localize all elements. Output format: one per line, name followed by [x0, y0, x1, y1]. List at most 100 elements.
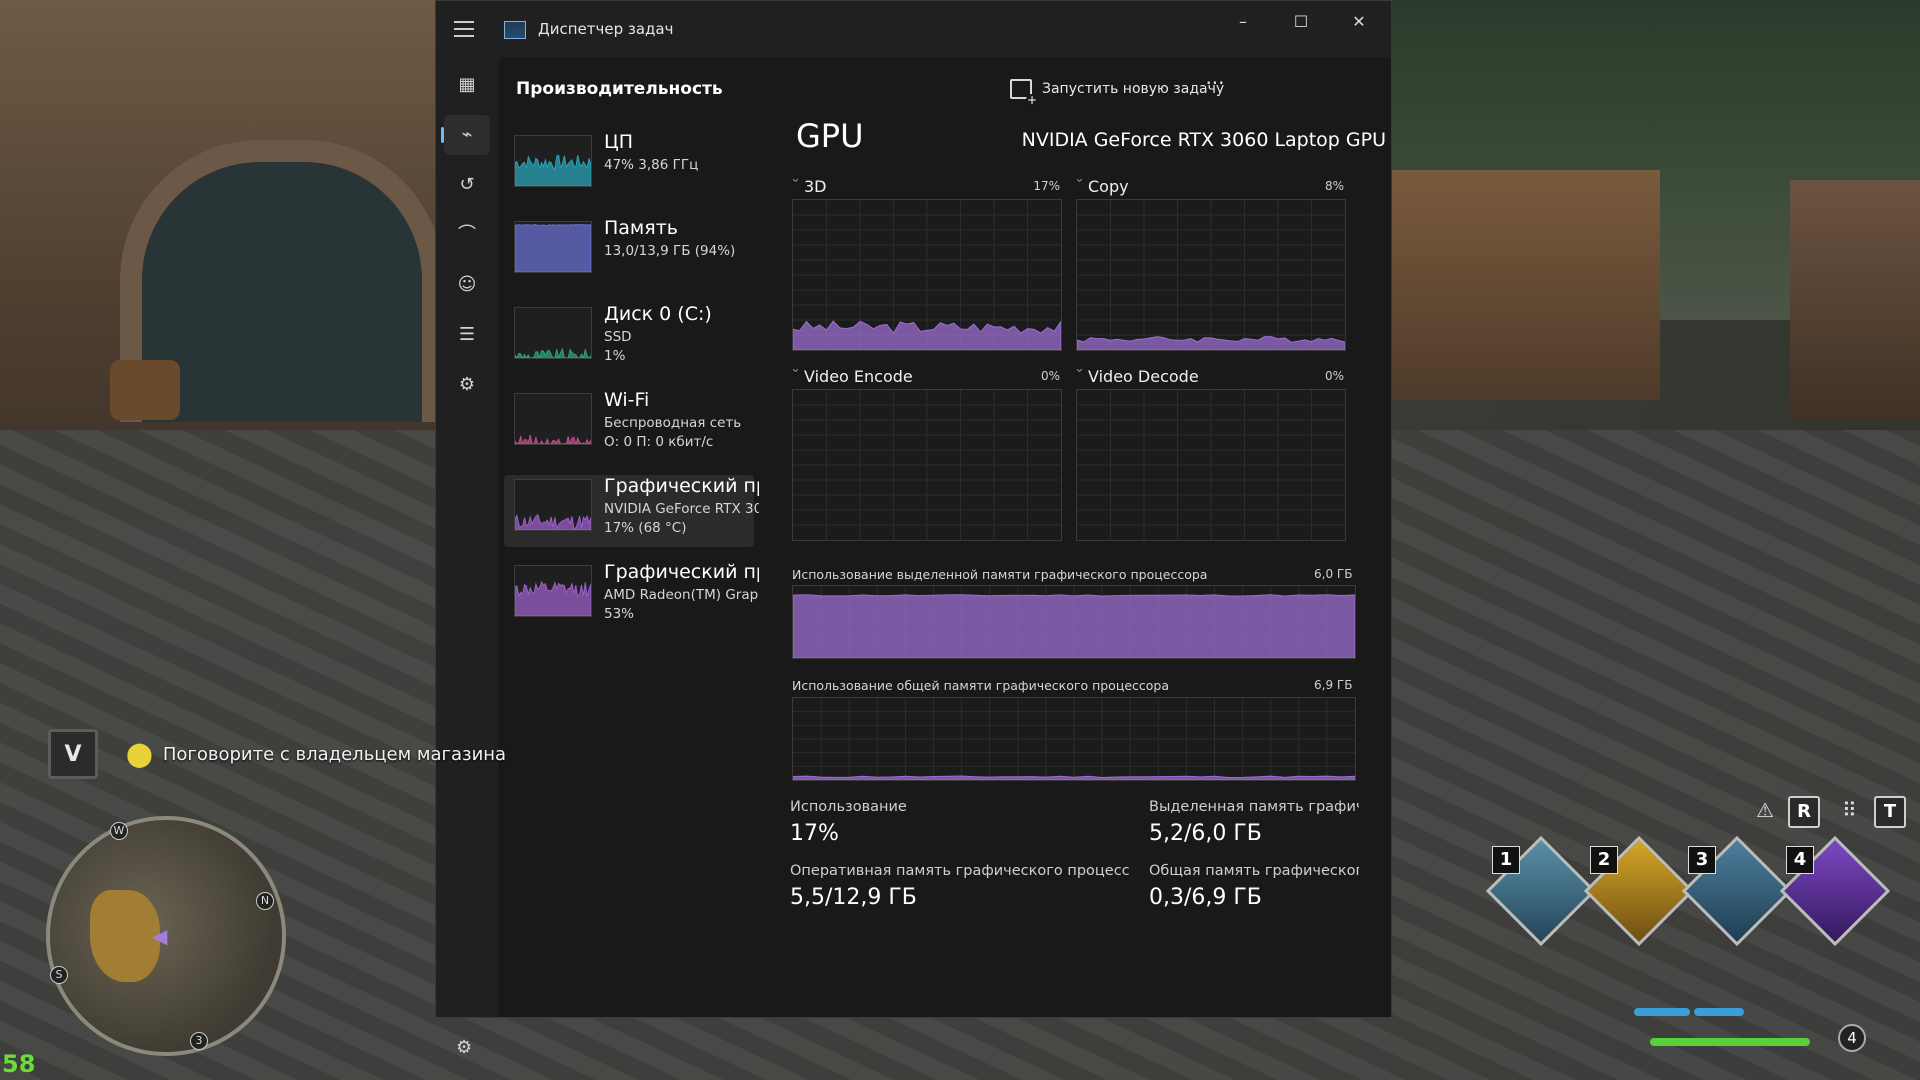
player-marker-icon: ◀ [152, 924, 168, 948]
title-bar[interactable]: Диспетчер задач – ☐ ✕ [436, 1, 1391, 57]
thumbnail-usage-area [515, 224, 591, 272]
details-icon: ☰ [458, 324, 476, 345]
nav-users[interactable]: ☺ [444, 265, 490, 305]
shared-memory-max: 6,9 ГБ [1314, 678, 1353, 692]
ancient-magic-bar-1 [1634, 1008, 1690, 1016]
spell-set-icon: ⚠ [1756, 798, 1774, 822]
engine-usage-area [1076, 336, 1346, 351]
game-background-barrel [110, 360, 180, 420]
engine-graph-svg [792, 200, 1062, 351]
shared-memory-stat-value: 0,3/6,9 ГБ [1149, 885, 1262, 910]
engine-video-decode[interactable]: Video Decode 0% [1068, 361, 1346, 541]
engine-graph [1076, 199, 1346, 351]
compass-west: W [110, 822, 128, 840]
perf-item-gpu-0[interactable]: Графический процессор 0 NVIDIA GeForce R… [504, 475, 759, 547]
ancient-magic-bar-2 [1694, 1008, 1744, 1016]
task-manager-app-icon [504, 21, 526, 39]
startup-apps-icon: ⌒ [458, 224, 476, 245]
gpu-ram-label: Оперативная память графического процессо… [790, 863, 1130, 879]
perf-item-name: Память [604, 217, 678, 239]
run-new-task-button[interactable]: Запустить новую задачу [1010, 75, 1225, 106]
engine-label[interactable]: Video Decode [1068, 361, 1344, 386]
maximize-button[interactable]: ☐ [1272, 1, 1330, 41]
engine-max-percent: 0% [1324, 369, 1344, 383]
perf-item-name: Графический процессор 1 [604, 561, 759, 583]
engine-max-percent: 0% [1040, 369, 1060, 383]
more-options-button[interactable]: ··· [1198, 71, 1232, 101]
nav-processes[interactable]: ▦ [444, 65, 490, 105]
quest-marker-icon: ⬤ [126, 740, 153, 768]
engine-video-encode[interactable]: Video Encode 0% [784, 361, 1062, 541]
perf-item-name: Диск 0 (C:) [604, 303, 712, 325]
compass-south: S [50, 966, 68, 984]
disk-thumbnail-graph [514, 307, 592, 359]
wifi-thumb-svg [515, 434, 591, 444]
thumbnail-usage-area [515, 154, 591, 186]
perf-item-detail: 47% 3,86 ГГц [604, 157, 699, 173]
dedicated-memory-max: 6,0 ГБ [1314, 567, 1353, 581]
quest-tracker: V ⬤ Поговорите с владельцем магазина [48, 726, 506, 782]
services-icon: ⚙ [458, 374, 476, 395]
compass-north: N [256, 892, 274, 910]
engine-label[interactable]: Video Encode [784, 361, 1060, 386]
shared-memory-svg [792, 698, 1356, 781]
engine-label[interactable]: Copy [1068, 171, 1344, 196]
thumbnail-usage-area [515, 513, 591, 530]
minimize-button[interactable]: – [1214, 1, 1272, 41]
engine-max-percent: 8% [1324, 179, 1344, 193]
perf-item-detail: 13,0/13,9 ГБ (94%) [604, 243, 736, 259]
perf-item-memory[interactable]: Память 13,0/13,9 ГБ (94%) [504, 217, 754, 289]
engine-max-percent: 17% [1033, 179, 1060, 193]
engine-copy[interactable]: Copy 8% [1068, 171, 1346, 351]
dedicated-memory-usage-area [792, 594, 1356, 659]
perf-item-name: Графический процессор 0 [604, 475, 759, 497]
engine-graph [1076, 389, 1346, 541]
ability-number-4: 4 [1786, 846, 1814, 874]
settings-icon[interactable]: ⚙ [456, 1037, 472, 1058]
run-new-task-label: Запустить новую задачу [1042, 81, 1225, 97]
gpu1-thumbnail-graph [514, 565, 592, 617]
navigation-rail: ▦ ⌁ ↺ ⌒ ☺ ☰ ⚙ ⚙ [436, 57, 498, 1058]
perf-item-cpu[interactable]: ЦП 47% 3,86 ГГц [504, 131, 754, 203]
key-hint-r: R [1788, 796, 1820, 828]
nav-app-history[interactable]: ↺ [444, 165, 490, 205]
usage-value: 17% [790, 821, 839, 846]
key-hint-t: T [1874, 796, 1906, 828]
nav-performance[interactable]: ⌁ [441, 115, 490, 155]
memory-thumb-svg [515, 224, 591, 272]
gpu-title: GPU [796, 117, 864, 155]
game-background-house [1390, 170, 1660, 400]
nav-services[interactable]: ⚙ [444, 365, 490, 405]
task-manager-window: Диспетчер задач – ☐ ✕ ▦ ⌁ ↺ ⌒ ☺ ☰ ⚙ ⚙ Пр… [435, 0, 1392, 1058]
game-background-house-right [1790, 180, 1920, 420]
engine-graph [792, 199, 1062, 351]
perf-item-detail-2: 17% (68 °C) [604, 520, 687, 536]
perf-item-gpu-1[interactable]: Графический процессор 1 AMD Radeon(TM) G… [504, 561, 759, 633]
engine-graph-svg [1077, 390, 1345, 540]
performance-icon: ⌁ [461, 124, 473, 145]
engine-label[interactable]: 3D [784, 171, 1060, 196]
dedicated-memory-label: Использование выделенной памяти графичес… [792, 567, 1208, 582]
perf-item-name: ЦП [604, 131, 634, 153]
nav-startup-apps[interactable]: ⌒ [444, 215, 490, 255]
engine-3d[interactable]: 3D 17% [784, 171, 1062, 351]
perf-item-detail: AMD Radeon(TM) Graphics [604, 587, 759, 603]
nav-details[interactable]: ☰ [444, 315, 490, 355]
engine-graph-svg [1076, 200, 1346, 351]
usage-label: Использование [790, 799, 907, 815]
wifi-thumbnail-graph [514, 393, 592, 445]
dedicated-memory-stat-label: Выделенная память графического процессор… [1149, 799, 1359, 815]
hamburger-menu-icon[interactable] [454, 21, 474, 37]
gpu-ram-value: 5,5/12,9 ГБ [790, 885, 917, 910]
close-button[interactable]: ✕ [1330, 1, 1388, 41]
engine-graph-svg [793, 390, 1061, 540]
thumbnail-usage-area [515, 434, 591, 444]
minimap-area [90, 890, 160, 982]
memory-thumbnail-graph [514, 221, 592, 273]
perf-item-disk[interactable]: Диск 0 (C:) SSD 1% [504, 303, 754, 375]
cpu-thumbnail-graph [514, 135, 592, 187]
perf-item-wifi[interactable]: Wi-Fi Беспроводная сеть О: 0 П: 0 кбит/с [504, 389, 754, 461]
perf-item-detail-2: 53% [604, 606, 635, 622]
dedicated-memory-stat-value: 5,2/6,0 ГБ [1149, 821, 1262, 846]
shared-memory-label: Использование общей памяти графического … [792, 678, 1170, 693]
